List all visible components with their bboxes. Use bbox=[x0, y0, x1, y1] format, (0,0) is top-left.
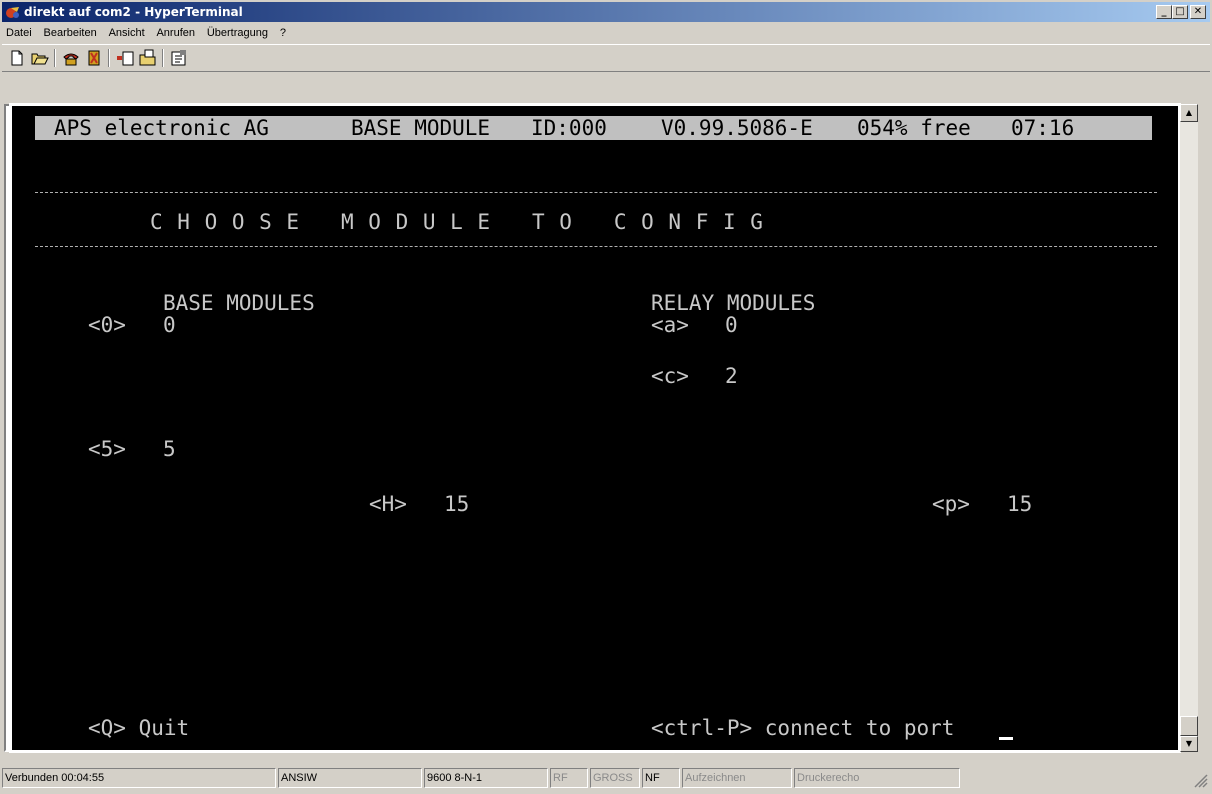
minimize-button[interactable]: _ bbox=[1156, 5, 1172, 19]
window-title: direkt auf com2 - HyperTerminal bbox=[24, 5, 243, 19]
header-free: 054% free bbox=[857, 116, 971, 140]
menu-bar: Datei Bearbeiten Ansicht Anrufen Übertra… bbox=[2, 24, 1210, 42]
menu-anrufen[interactable]: Anrufen bbox=[152, 24, 199, 42]
maximize-button[interactable]: □ bbox=[1172, 5, 1188, 19]
header-version: V0.99.5086-E bbox=[661, 116, 813, 140]
terminal-frame: APS electronic AG BASE MODULE ID:000 V0.… bbox=[4, 103, 1181, 753]
toolbar-separator bbox=[108, 49, 110, 67]
connect-port-option: <ctrl-P> connect to port bbox=[651, 716, 955, 740]
relay-module-key: <a> bbox=[651, 313, 689, 337]
status-gross: GROSS bbox=[590, 768, 640, 788]
disconnect-phone-icon[interactable] bbox=[83, 48, 105, 68]
status-emulation: ANSIW bbox=[278, 768, 422, 788]
header-company: APS electronic AG bbox=[54, 116, 269, 140]
scroll-down-icon[interactable]: ▼ bbox=[1180, 736, 1198, 752]
open-icon[interactable] bbox=[29, 48, 51, 68]
base-modules-label: BASE MODULES bbox=[163, 291, 315, 315]
base-module-key: <H> bbox=[369, 492, 407, 516]
base-module-key: <0> bbox=[88, 313, 126, 337]
relay-module-key: <p> bbox=[932, 492, 970, 516]
toolbar bbox=[2, 44, 1210, 72]
status-connected: Verbunden 00:04:55 bbox=[2, 768, 276, 788]
divider-bottom bbox=[35, 246, 1157, 247]
status-record: Aufzeichnen bbox=[682, 768, 792, 788]
header-id: ID:000 bbox=[531, 116, 607, 140]
status-rf: RF bbox=[550, 768, 588, 788]
terminal-header-bar: APS electronic AG BASE MODULE ID:000 V0.… bbox=[35, 116, 1152, 140]
base-module-value: 5 bbox=[163, 437, 176, 461]
relay-modules-label: RELAY MODULES bbox=[651, 291, 816, 315]
base-module-value: 0 bbox=[163, 313, 176, 337]
relay-module-value: 2 bbox=[725, 364, 738, 388]
status-print-echo: Druckerecho bbox=[794, 768, 960, 788]
text-cursor bbox=[999, 737, 1013, 740]
new-icon[interactable] bbox=[6, 48, 28, 68]
header-time: 07:16 bbox=[1011, 116, 1075, 140]
hyperterminal-window: direkt auf com2 - HyperTerminal _ □ ✕ Da… bbox=[0, 0, 1212, 794]
relay-module-value: 15 bbox=[1007, 492, 1033, 516]
receive-icon[interactable] bbox=[137, 48, 159, 68]
resize-grip-icon[interactable] bbox=[1192, 772, 1208, 788]
status-bar: Verbunden 00:04:55 ANSIW 9600 8-N-1 RF G… bbox=[2, 766, 1210, 790]
close-button[interactable]: ✕ bbox=[1190, 5, 1206, 19]
base-module-value: 15 bbox=[444, 492, 470, 516]
menu-datei[interactable]: Datei bbox=[2, 24, 36, 42]
connect-phone-icon[interactable] bbox=[60, 48, 82, 68]
vertical-scrollbar[interactable]: ▲ ▼ bbox=[1180, 104, 1198, 752]
relay-module-value: 0 bbox=[725, 313, 738, 337]
title-bar[interactable]: direkt auf com2 - HyperTerminal _ □ ✕ bbox=[2, 2, 1210, 22]
properties-icon[interactable] bbox=[168, 48, 190, 68]
menu-ansicht[interactable]: Ansicht bbox=[105, 24, 149, 42]
scroll-up-icon[interactable]: ▲ bbox=[1180, 104, 1198, 122]
status-settings: 9600 8-N-1 bbox=[424, 768, 548, 788]
base-module-key: <5> bbox=[88, 437, 126, 461]
scroll-thumb[interactable] bbox=[1180, 716, 1198, 736]
header-module: BASE MODULE bbox=[351, 116, 491, 140]
config-heading: C H O O S E M O D U L E T O C O N F I G bbox=[150, 210, 764, 234]
send-icon[interactable] bbox=[114, 48, 136, 68]
toolbar-separator bbox=[54, 49, 56, 67]
status-nf: NF bbox=[642, 768, 680, 788]
menu-help[interactable]: ? bbox=[276, 24, 290, 42]
menu-uebertragung[interactable]: Übertragung bbox=[203, 24, 272, 42]
divider-top bbox=[35, 192, 1157, 193]
toolbar-separator bbox=[162, 49, 164, 67]
hyperterminal-app-icon bbox=[6, 7, 19, 18]
terminal-screen[interactable]: APS electronic AG BASE MODULE ID:000 V0.… bbox=[9, 103, 1181, 753]
relay-module-key: <c> bbox=[651, 364, 689, 388]
menu-bearbeiten[interactable]: Bearbeiten bbox=[40, 24, 101, 42]
quit-option: <Q> Quit bbox=[88, 716, 190, 740]
